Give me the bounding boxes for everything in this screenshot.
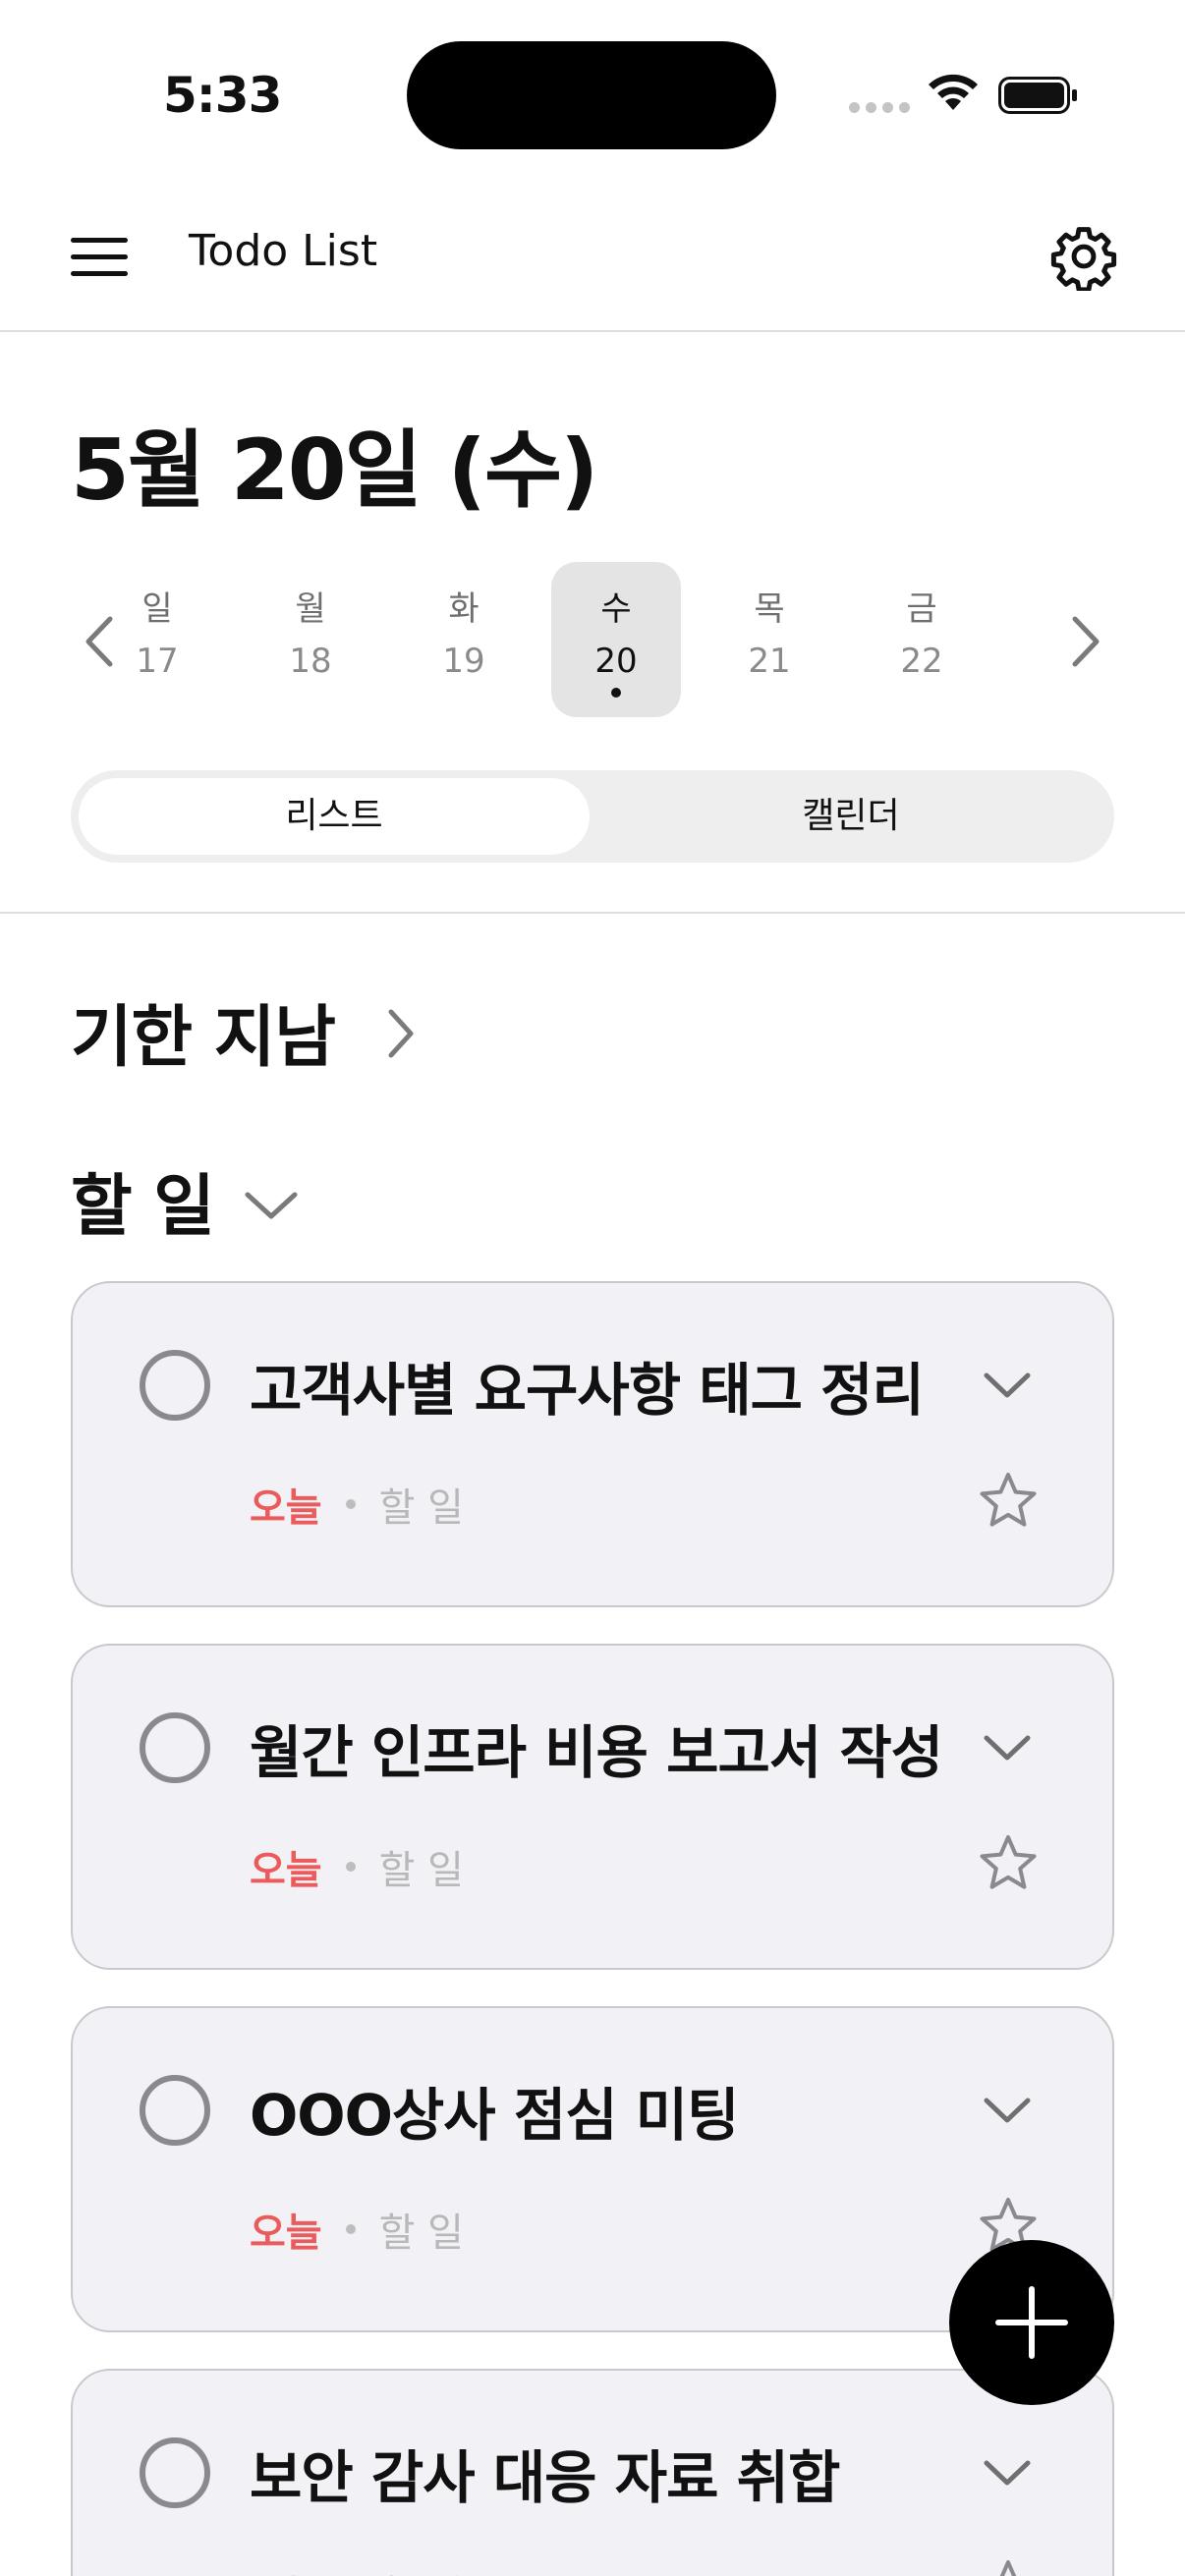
day-22[interactable]: 금 22 (857, 562, 987, 717)
day-19[interactable]: 화 19 (399, 562, 529, 717)
day-number: 17 (136, 642, 179, 681)
day-number: 21 (748, 642, 791, 681)
task-meta: 오늘 할 일 (250, 1838, 464, 1895)
day-21[interactable]: 목 21 (705, 562, 834, 717)
task-meta: 오늘 할 일 (250, 2201, 464, 2258)
task-title: OOO상사 점심 미팅 (250, 2082, 739, 2149)
chevron-down-icon[interactable] (981, 2093, 1034, 2128)
chevron-down-icon[interactable] (240, 1181, 303, 1228)
day-18[interactable]: 월 18 (246, 562, 375, 717)
status-time: 5:33 (163, 67, 282, 124)
task-title: 보안 감사 대응 자료 취합 (250, 2444, 840, 2511)
battery-icon (998, 77, 1077, 114)
task-title: 월간 인프라 비용 보고서 작성 (250, 1719, 943, 1786)
star-icon[interactable] (977, 2557, 1040, 2576)
todo-section-title[interactable]: 할 일 (71, 1151, 215, 1249)
list-label: 할 일 (378, 1848, 464, 1893)
divider (0, 912, 1185, 914)
gear-icon[interactable] (1049, 222, 1118, 291)
dynamic-island (407, 41, 776, 149)
day-of-week: 일 (141, 589, 173, 629)
complete-checkbox[interactable] (140, 1350, 210, 1421)
wifi-icon (929, 74, 978, 110)
cellular-signal-icon (849, 102, 910, 113)
day-number: 18 (289, 642, 332, 681)
due-label: 오늘 (250, 2563, 322, 2576)
hamburger-menu-icon[interactable] (71, 238, 128, 277)
task-title: 고객사별 요구사항 태그 정리 (250, 1357, 925, 1424)
week-strip: 일 17 월 18 화 19 수 20 목 21 금 22 (71, 562, 1114, 719)
app-header: Todo List (0, 193, 1185, 332)
add-task-button[interactable] (949, 2240, 1114, 2405)
list-label: 할 일 (379, 2563, 464, 2576)
day-of-week: 목 (754, 589, 785, 629)
day-of-week: 금 (906, 589, 937, 629)
task-card[interactable]: 고객사별 요구사항 태그 정리 오늘 할 일 (71, 1281, 1114, 1607)
complete-checkbox[interactable] (140, 2075, 210, 2146)
day-number: 19 (442, 642, 485, 681)
day-17[interactable]: 일 17 (92, 562, 222, 717)
day-of-week: 수 (600, 589, 632, 629)
due-label: 오늘 (250, 1485, 322, 1531)
app-title: Todo List (189, 226, 378, 276)
due-label: 오늘 (250, 1848, 322, 1893)
date-title: 5월 20일 (수) (71, 421, 598, 520)
meta-separator-dot (345, 2224, 356, 2234)
task-meta: 오늘 할 일 (250, 2563, 464, 2576)
day-of-week: 화 (448, 589, 480, 629)
task-card[interactable]: 보안 감사 대응 자료 취합 오늘 할 일 (71, 2369, 1114, 2576)
chevron-right-icon[interactable] (377, 1002, 424, 1065)
chevron-down-icon[interactable] (981, 1730, 1034, 1765)
view-toggle: 리스트 캘린더 (71, 770, 1114, 863)
chevron-down-icon[interactable] (981, 2455, 1034, 2491)
task-meta: 오늘 할 일 (250, 1476, 464, 1533)
complete-checkbox[interactable] (140, 1712, 210, 1783)
due-label: 오늘 (250, 2211, 322, 2256)
overdue-section-title[interactable]: 기한 지남 (71, 982, 336, 1080)
day-20-selected[interactable]: 수 20 (551, 562, 681, 717)
plus-icon (995, 2286, 1068, 2359)
day-of-week: 월 (295, 589, 326, 629)
meta-separator-dot (345, 1499, 356, 1509)
complete-checkbox[interactable] (140, 2437, 210, 2508)
today-dot (611, 688, 621, 698)
day-number: 22 (900, 642, 943, 681)
list-label: 할 일 (378, 2211, 464, 2256)
star-icon[interactable] (977, 1470, 1040, 1533)
star-icon[interactable] (977, 1832, 1040, 1895)
calendar-view-tab[interactable]: 캘린더 (595, 778, 1106, 855)
list-view-tab[interactable]: 리스트 (79, 778, 590, 855)
chevron-down-icon[interactable] (981, 1368, 1034, 1403)
day-number: 20 (594, 642, 638, 681)
meta-separator-dot (345, 1862, 356, 1872)
list-label: 할 일 (378, 1485, 464, 1531)
chevron-right-icon[interactable] (1055, 607, 1114, 676)
task-card[interactable]: 월간 인프라 비용 보고서 작성 오늘 할 일 (71, 1644, 1114, 1970)
status-bar: 5:33 (0, 0, 1185, 177)
